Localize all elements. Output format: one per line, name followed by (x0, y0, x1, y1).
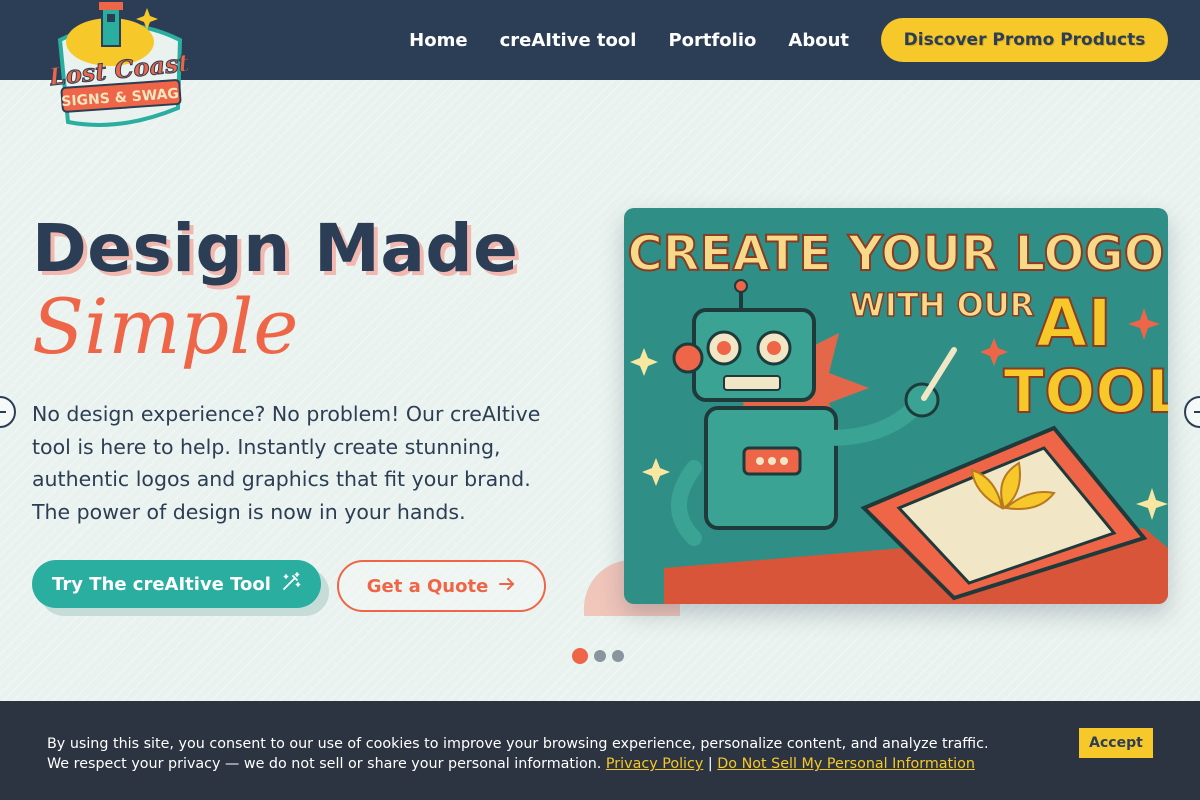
arrow-right-icon (1194, 411, 1200, 413)
cookie-message: By using this site, you consent to our u… (47, 734, 1007, 774)
slider-dot-2[interactable] (594, 650, 606, 662)
svg-text:CREATE YOUR LOGO: CREATE YOUR LOGO (627, 226, 1164, 282)
slider-dot-1[interactable] (572, 648, 588, 664)
arrow-left-icon (0, 411, 6, 413)
try-creaitive-tool-label: Try The creAItive Tool (52, 573, 271, 595)
nav-creaitive-tool[interactable]: creAItive tool (500, 30, 637, 51)
nav-home[interactable]: Home (409, 30, 467, 51)
svg-text:TOOL: TOOL (1003, 357, 1168, 427)
cookie-consent-banner: By using this site, you consent to our u… (0, 701, 1200, 800)
nav-portfolio[interactable]: Portfolio (668, 30, 756, 51)
ai-robot-illustration: CREATE YOUR LOGO WITH OUR AI TOOL (624, 208, 1168, 604)
slider-dot-3[interactable] (612, 650, 624, 662)
get-a-quote-label: Get a Quote (366, 575, 489, 597)
hero-script-title: Simple (32, 282, 299, 371)
get-a-quote-button[interactable]: Get a Quote (337, 560, 546, 612)
svg-text:AI: AI (1036, 285, 1112, 362)
arrow-right-icon (498, 576, 516, 597)
cookie-accept-button[interactable]: Accept (1079, 728, 1153, 758)
slider-dots (572, 648, 624, 664)
hero-title: Design Made (32, 210, 519, 287)
cookie-separator: | (707, 756, 713, 772)
privacy-policy-link[interactable]: Privacy Policy (606, 756, 703, 772)
nav-about[interactable]: About (788, 30, 849, 51)
discover-promo-products-button[interactable]: Discover Promo Products (881, 18, 1168, 62)
main-nav: Home creAItive tool Portfolio About Disc… (409, 0, 1200, 80)
svg-text:WITH OUR: WITH OUR (850, 286, 1035, 324)
lost-coast-logo-graphic: Lost Coast SIGNS & SWAG (46, 2, 191, 127)
magic-wand-icon (281, 571, 301, 597)
do-not-sell-link[interactable]: Do Not Sell My Personal Information (717, 756, 975, 772)
try-creaitive-tool-button[interactable]: Try The creAItive Tool (32, 560, 321, 608)
hero-description: No design experience? No problem! Our cr… (32, 402, 541, 524)
site-logo[interactable]: Lost Coast SIGNS & SWAG (46, 0, 191, 130)
hero-slide-image: CREATE YOUR LOGO WITH OUR AI TOOL (624, 208, 1168, 604)
